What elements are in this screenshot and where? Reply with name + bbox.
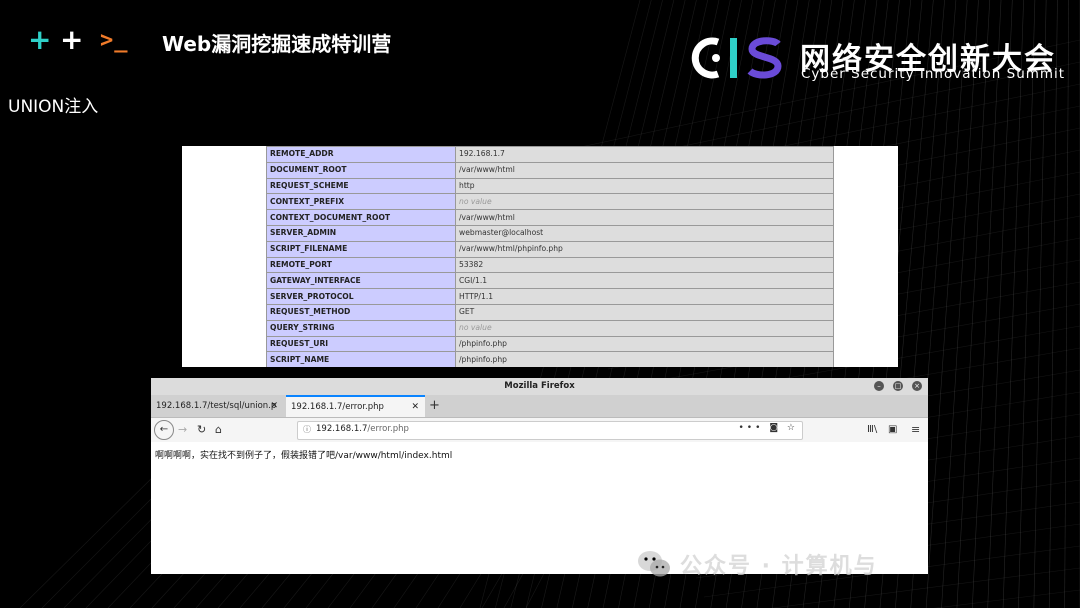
row-value: no value [455,193,834,211]
minimize-icon[interactable]: – [874,381,884,391]
maximize-icon[interactable]: □ [893,381,903,391]
more-icon[interactable]: ••• [739,423,764,433]
forward-icon[interactable]: → [178,420,187,440]
table-row: REQUEST_SCHEME http [266,177,834,195]
table-row: SCRIPT_NAME/phpinfo.php [266,351,834,367]
row-key: QUERY_STRING [266,319,456,337]
wechat-icon [638,551,670,577]
close-tab-icon[interactable]: ✕ [270,395,278,417]
menu-icon[interactable]: ≡ [911,420,920,440]
row-key: SERVER_ADMIN [266,224,456,242]
tab-error[interactable]: 192.168.1.7/error.php ✕ [286,395,425,417]
phpinfo-table: REMOTE_ADDR 192.168.1.7 DOCUMENT_ROOT/var/… [266,146,834,367]
row-key: SCRIPT_NAME [266,351,456,367]
table-row: CONTEXT_DOCUMENT_ROOT/var/www/html [266,209,834,226]
close-tab-icon[interactable]: ✕ [411,397,419,417]
row-key: REQUEST_METHOD [266,303,456,321]
table-row: GATEWAY_INTERFACE CGI/1.1 [266,272,834,290]
row-value: /var/www/html [455,161,834,179]
cis-logo-mark [691,37,782,79]
table-row: CONTEXT_PREFIX no value [266,193,834,211]
table-row: QUERY_STRING no value [266,319,834,337]
close-window-icon[interactable]: × [912,381,922,391]
plus-icon: + [60,23,84,56]
header-icons: + + >_ [28,26,129,54]
row-value: CGI/1.1 [455,272,834,290]
row-key: REQUEST_URI [266,335,456,353]
tab-bar: 192.168.1.7/test/sql/union.p ✕ 192.168.1… [151,395,928,418]
row-key: CONTEXT_PREFIX [266,193,456,211]
table-row: REMOTE_ADDR 192.168.1.7 [266,146,834,163]
row-value: HTTP/1.1 [455,288,834,305]
table-row: REQUEST_URI/phpinfo.php [266,335,834,353]
tab-label: 192.168.1.7/test/sql/union.p [156,401,277,411]
row-key: CONTEXT_DOCUMENT_ROOT [266,209,456,226]
row-key: REMOTE_PORT [266,256,456,274]
row-key: REMOTE_ADDR [266,146,456,163]
nav-bar: ← → ↻ ⌂ ⓘ 192.168.1.7/error.php ••• ◙ ☆ … [151,418,928,443]
window-titlebar: Mozilla Firefox – □ × [151,378,928,395]
watermark: 公众号 · 计算机与 [636,548,878,580]
row-key: DOCUMENT_ROOT [266,161,456,179]
home-icon[interactable]: ⌂ [215,420,222,440]
course-title: Web漏洞挖掘速成特训营 [162,32,392,56]
sidebar-icon[interactable]: ▣ [888,420,897,440]
back-icon[interactable]: ← [154,420,174,440]
url-actions: ••• ◙ ☆ [739,423,799,433]
table-row: SERVER_PROTOCOL HTTP/1.1 [266,288,834,305]
row-value: /var/www/html/phpinfo.php [455,240,834,258]
new-tab-button[interactable]: + [429,395,440,417]
library-icon[interactable]: Ⅲ\ [867,420,877,440]
row-value: http [455,177,834,195]
row-value: GET [455,303,834,321]
row-value: 53382 [455,256,834,274]
row-value: /phpinfo.php [455,335,834,353]
watermark-text: 公众号 · 计算机与 [680,554,878,579]
reload-icon[interactable]: ↻ [197,420,206,440]
logo-english-name: Cyber Security Innovation Summit [801,66,1066,82]
table-row: DOCUMENT_ROOT/var/www/html [266,161,834,179]
table-row: REQUEST_METHOD GET [266,303,834,321]
phpinfo-screenshot: REMOTE_ADDR 192.168.1.7 DOCUMENT_ROOT/var/… [182,146,898,367]
pocket-icon[interactable]: ◙ [769,423,781,433]
row-key: REQUEST_SCHEME [266,177,456,195]
table-row: SERVER_ADMIN webmaster@localhost [266,224,834,242]
row-value: webmaster@localhost [455,224,834,242]
firefox-window: Mozilla Firefox – □ × 192.168.1.7/test/s… [151,378,928,574]
info-icon[interactable]: ⓘ [303,424,311,435]
row-value: 192.168.1.7 [455,146,834,163]
table-row: SCRIPT_FILENAME/var/www/html/phpinfo.php [266,240,834,258]
section-label: UNION注入 [8,97,99,117]
url-text: 192.168.1.7/error.php [316,424,409,434]
plus-icon: + [28,23,52,56]
row-value: no value [455,319,834,337]
error-message: 啊啊啊啊，实在找不到例子了，假装报错了吧/var/www/html/index.… [155,451,453,461]
window-title: Mozilla Firefox [504,381,575,391]
table-row: REMOTE_PORT 53382 [266,256,834,274]
star-icon[interactable]: ☆ [787,423,798,433]
row-key: GATEWAY_INTERFACE [266,272,456,290]
terminal-prompt-icon: >_ [100,27,129,53]
tab-union[interactable]: 192.168.1.7/test/sql/union.p ✕ [151,395,284,417]
cis-logo: 网络安全创新大会 Cyber Security Innovation Summi… [686,34,1066,84]
row-value: /var/www/html [455,209,834,226]
row-key: SCRIPT_FILENAME [266,240,456,258]
row-value: /phpinfo.php [455,351,834,367]
tab-label: 192.168.1.7/error.php [291,402,384,412]
url-bar[interactable]: ⓘ 192.168.1.7/error.php ••• ◙ ☆ [297,421,803,440]
row-key: SERVER_PROTOCOL [266,288,456,305]
